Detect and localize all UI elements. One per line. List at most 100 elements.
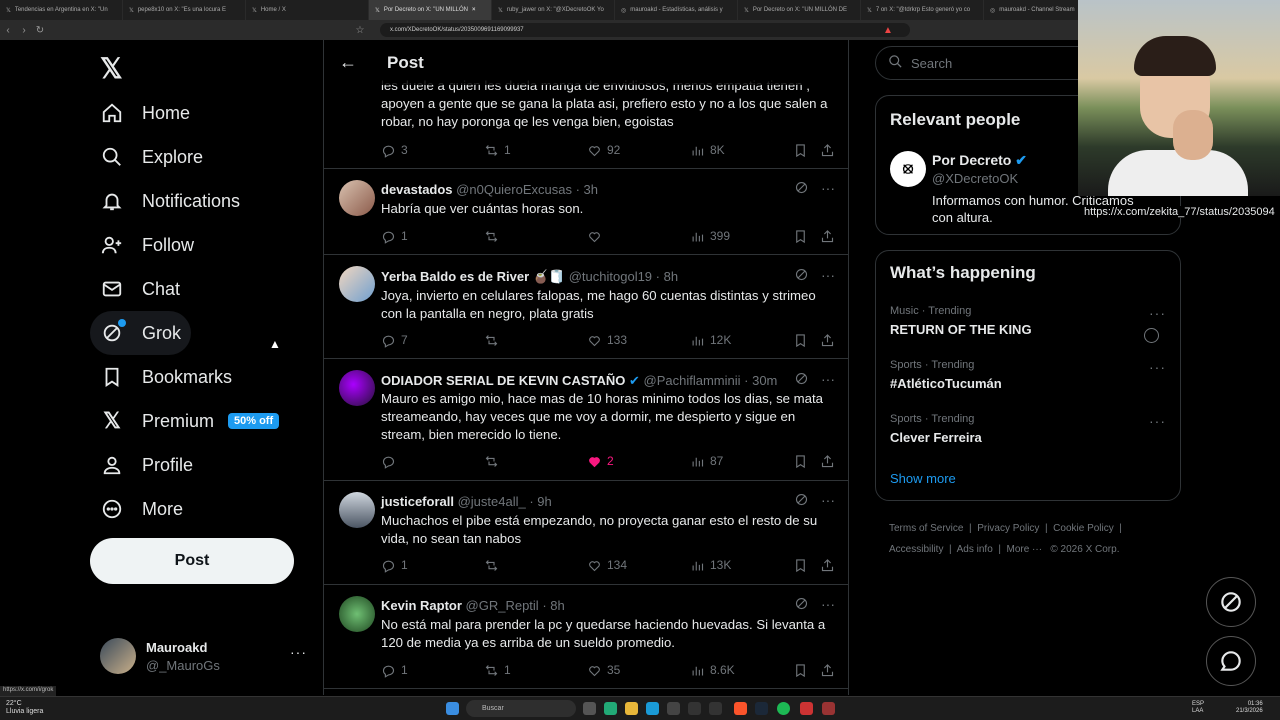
sidebar-item-profile[interactable]: Profile [90,443,203,487]
footer-link[interactable]: Ads info [957,544,993,555]
post-button[interactable]: Post [90,538,294,584]
weather-widget[interactable]: 22°C Lluvia ligera [6,700,43,716]
views-button[interactable]: 87 [690,453,723,469]
grok-floating-button[interactable] [1206,577,1256,627]
repost-button[interactable] [484,332,504,348]
grok-icon[interactable] [794,180,809,195]
repost-button[interactable] [484,557,504,573]
account-switcher[interactable]: Mauroakd @_MauroGs ··· [100,638,310,678]
repost-button[interactable]: 1 [484,662,511,678]
avatar[interactable] [339,596,375,632]
avatar[interactable]: ⦻ [890,151,926,187]
steam-icon[interactable] [755,702,768,715]
footer-link[interactable]: More ··· [1007,544,1043,555]
like-button[interactable]: 133 [587,332,627,348]
app-icon[interactable] [822,702,835,715]
sidebar-item-more[interactable]: More [90,487,193,531]
list-item[interactable]: ODIADOR SERIAL DE KEVIN CASTAÑO ✔ @Pachi… [324,359,848,481]
sidebar-item-grok[interactable]: Grok [90,311,192,355]
browser-tab[interactable]: 𝕏 Home / X [246,0,369,20]
sidebar-item-notifications[interactable]: Notifications [90,179,250,223]
grok-icon[interactable] [794,596,809,611]
windows-start-icon[interactable] [446,702,459,715]
footer-link[interactable]: Accessibility [889,544,943,555]
clock[interactable]: 01:36 21/3/2026 [1236,701,1263,715]
repost-button[interactable]: 1 [484,142,511,158]
share-button[interactable] [820,662,835,678]
reply-button[interactable]: 1 [381,557,408,573]
spotify-icon[interactable] [777,702,790,715]
sidebar-item-follow[interactable]: Follow [90,223,204,267]
browser-tab[interactable]: ◎ mauroakd - Estadísticas, análisis y [615,0,738,20]
language-indicator[interactable]: ESP LAA [1192,701,1204,715]
person-name[interactable]: Por Decreto ✔ [932,152,1027,169]
avatar[interactable] [339,180,375,216]
reload-icon[interactable]: ↻ [32,25,48,36]
views-button[interactable]: 8.6K [690,662,735,678]
avatar[interactable] [339,492,375,528]
more-dots-icon[interactable]: ··· [1149,305,1166,321]
browser-tab[interactable]: 𝕏 Por Decreto on X: "UN MILLÓN DE [738,0,861,20]
list-item[interactable]: Kevin Raptor @GR_Reptil · 8h ··· No está… [324,585,848,689]
views-button[interactable]: 399 [690,228,730,244]
share-button[interactable] [820,332,835,348]
share-button[interactable] [820,142,835,158]
views-button[interactable]: 8K [690,142,725,158]
reply-button[interactable] [381,453,401,469]
share-button[interactable] [820,453,835,469]
browser-tab[interactable]: 𝕏ruby_jawer on X: "@XDecretoOK Yo [492,0,615,20]
x-logo-icon[interactable]: 𝕏 [100,52,123,85]
footer-link[interactable]: Terms of Service [889,523,963,534]
trend-name[interactable]: #AtléticoTucumán [890,376,1002,391]
taskbar-search[interactable]: Buscar [466,700,576,717]
grok-icon[interactable] [794,492,809,507]
bookmark-button[interactable] [793,332,808,348]
reply-button[interactable]: 7 [381,332,408,348]
show-more-link[interactable]: Show more [890,471,956,486]
browser-tab[interactable]: 𝕏7 on X: "@tdrkrp Esto generó yo co [861,0,984,20]
more-dots-icon[interactable]: ··· [1149,413,1166,429]
like-button[interactable]: 134 [587,557,627,573]
browser-tab[interactable]: 𝕏 Tendencias en Argentina en X: "Un [0,0,123,20]
avatar[interactable] [339,266,375,302]
views-button[interactable]: 13K [690,557,731,573]
more-dots-icon[interactable]: ··· [821,267,835,283]
app-icon[interactable] [667,702,680,715]
like-button[interactable]: 92 [587,142,620,158]
back-arrow-icon[interactable]: ‹ [0,25,16,36]
avatar[interactable] [339,370,375,406]
brave-icon[interactable] [734,702,747,715]
forward-arrow-icon[interactable]: › [16,25,32,36]
sidebar-item-bookmarks[interactable]: Bookmarks [90,355,242,399]
repost-button[interactable] [484,228,504,244]
sidebar-item-chat[interactable]: Chat [90,267,190,311]
reply-button[interactable]: 1 [381,228,408,244]
sidebar-item-home[interactable]: Home [90,91,200,135]
like-button[interactable] [587,228,607,244]
bookmark-button[interactable] [793,557,808,573]
grok-icon[interactable] [794,267,809,282]
more-dots-icon[interactable]: ··· [1149,359,1166,375]
brave-shield-icon[interactable]: ▲ [880,25,896,36]
more-dots-icon[interactable]: ··· [821,596,835,612]
more-dots-icon[interactable]: ··· [290,644,307,660]
browser-tab-active[interactable]: 𝕏 Por Decreto on X: "UN MILLÓN × [369,0,492,20]
edge-icon[interactable] [646,702,659,715]
more-dots-icon[interactable]: ··· [821,371,835,387]
task-view-icon[interactable] [583,702,596,715]
sidebar-item-explore[interactable]: Explore [90,135,213,179]
repost-button[interactable] [484,453,504,469]
bookmark-button[interactable] [793,662,808,678]
reply-button[interactable]: 3 [381,142,408,158]
bookmark-button[interactable] [793,228,808,244]
footer-link[interactable]: Cookie Policy [1053,523,1114,534]
trend-name[interactable]: RETURN OF THE KING [890,322,1032,337]
reply-button[interactable]: 1 [381,662,408,678]
trend-name[interactable]: Clever Ferreira [890,430,982,445]
app-icon[interactable] [688,702,701,715]
person-handle[interactable]: @XDecretoOK [932,171,1018,186]
more-dots-icon[interactable]: ··· [821,492,835,508]
views-button[interactable]: 12K [690,332,731,348]
list-item[interactable]: devastados @n0QuieroExcusas · 3h ··· Hab… [324,169,848,255]
sidebar-item-premium[interactable]: 𝕏 Premium 50% off [90,399,289,443]
